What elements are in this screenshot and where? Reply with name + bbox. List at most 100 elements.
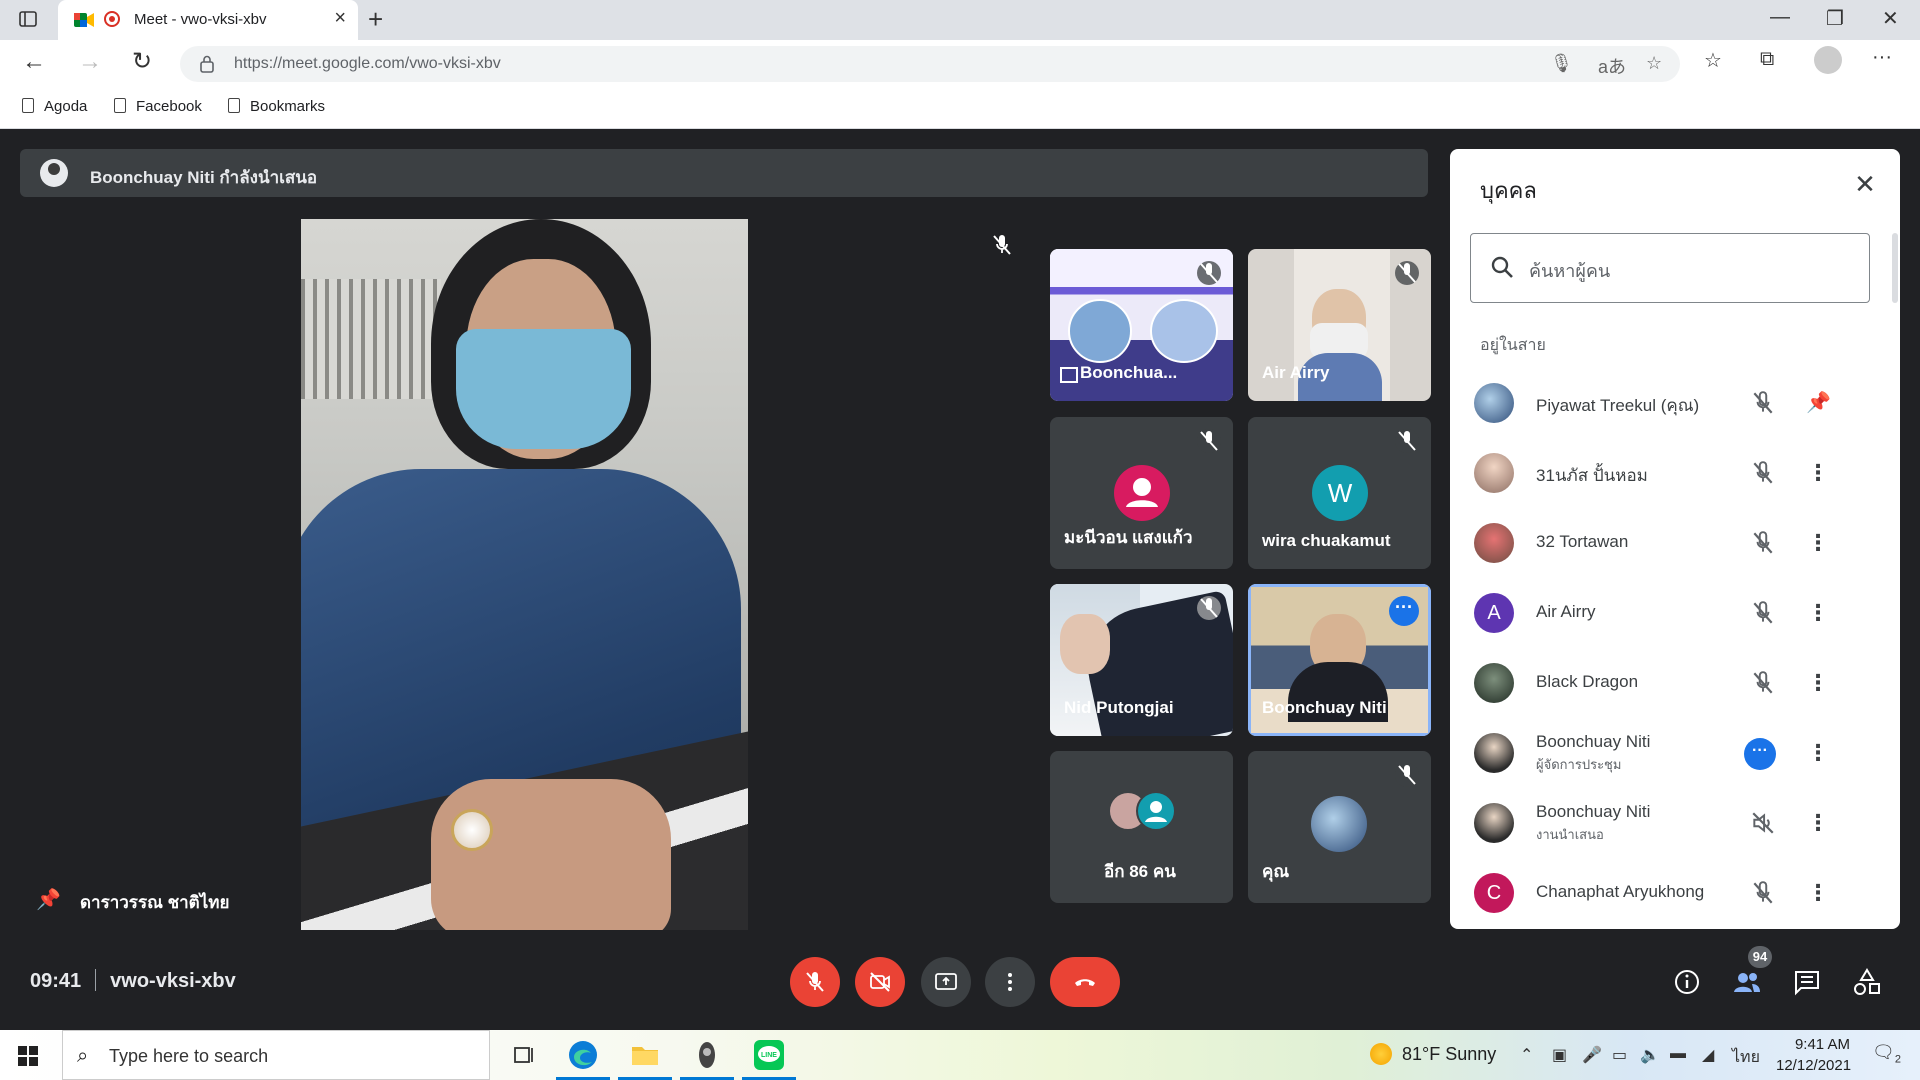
person-name: Boonchuay Niti xyxy=(1536,732,1651,751)
lock-icon xyxy=(200,55,214,73)
windows-taskbar: ⌕ Type here to search LINE 81°F Sunny ⌃ … xyxy=(0,1030,1920,1080)
bookmark-facebook[interactable]: Facebook xyxy=(114,98,202,115)
participant-tile-presentation[interactable]: Boonchua... xyxy=(1050,249,1233,401)
participant-tile-air-airry[interactable]: Air Airry xyxy=(1248,249,1431,401)
window-close-icon[interactable]: ✕ xyxy=(1882,6,1899,31)
person-row[interactable]: Boonchuay Niti งานนำเสนอ ⋮ xyxy=(1450,788,1880,858)
pin-icon[interactable]: 📌 xyxy=(1806,388,1831,418)
participant-tile-you[interactable]: คุณ xyxy=(1248,751,1431,903)
main-video[interactable] xyxy=(301,219,748,930)
weather-text[interactable]: 81°F Sunny xyxy=(1402,1044,1496,1065)
more-options-icon[interactable]: ⋮ xyxy=(1806,808,1830,838)
more-options-icon[interactable]: ⋮ xyxy=(1806,458,1830,488)
browser-tab[interactable]: Meet - vwo-vksi-xbv × xyxy=(58,0,358,40)
show-hidden-icons-icon[interactable]: ⌃ xyxy=(1520,1045,1533,1065)
close-icon[interactable]: ✕ xyxy=(1850,169,1880,199)
taskbar-search-input[interactable]: ⌕ Type here to search xyxy=(62,1030,490,1080)
person-name: Piyawat Treekul (คุณ) xyxy=(1536,396,1700,415)
new-tab-icon[interactable]: + xyxy=(368,4,383,35)
avatar xyxy=(1474,453,1514,493)
more-options-icon[interactable]: ··· xyxy=(1389,596,1419,626)
person-row[interactable]: A Air Airry ⋮ xyxy=(1450,578,1880,648)
person-role: งานนำเสนอ xyxy=(1536,827,1604,842)
camera-toggle-button[interactable] xyxy=(855,957,905,1007)
pinned-participant-name: ดาราวรรณ ชาติไทย xyxy=(80,893,230,912)
person-row[interactable]: Boonchuay Niti ผู้จัดการประชุม ··· ⋮ xyxy=(1450,718,1880,788)
person-row[interactable]: C Chanaphat Aryukhong ⋮ xyxy=(1450,858,1880,928)
people-icon[interactable] xyxy=(1732,967,1762,997)
app-icon[interactable] xyxy=(680,1038,734,1080)
mic-toggle-button[interactable] xyxy=(790,957,840,1007)
leave-call-button[interactable] xyxy=(1050,957,1120,1007)
back-icon[interactable]: ← xyxy=(22,50,46,74)
people-search-input[interactable]: ค้นหาผู้คน xyxy=(1470,233,1870,303)
scrollbar[interactable] xyxy=(1892,233,1898,303)
taskbar-clock[interactable]: 9:41 AM 12/12/2021 xyxy=(1776,1034,1852,1076)
file-explorer-icon[interactable] xyxy=(618,1038,672,1080)
more-options-icon[interactable]: ⋮ xyxy=(1806,738,1830,768)
pin-icon[interactable]: 📌 xyxy=(36,887,61,912)
participant-tile-maneevon[interactable]: มะนีวอน แสงแก้ว xyxy=(1050,417,1233,569)
read-aloud-icon[interactable]: aあ xyxy=(1598,53,1626,79)
reload-icon[interactable]: ↻ xyxy=(132,50,152,74)
activities-icon[interactable] xyxy=(1852,967,1882,997)
collections-icon[interactable]: ⧉ xyxy=(1760,48,1774,71)
chat-icon[interactable] xyxy=(1792,967,1822,997)
more-options-icon[interactable]: ⋮ xyxy=(1806,598,1830,628)
minimize-icon[interactable]: — xyxy=(1770,6,1790,29)
page-icon xyxy=(228,98,240,113)
battery-icon[interactable]: ▬ xyxy=(1670,1045,1686,1063)
mic-off-icon xyxy=(1395,429,1419,453)
notifications-icon[interactable]: 🗨2 xyxy=(1872,1042,1901,1066)
participant-tile-others[interactable]: อีก 86 คน xyxy=(1050,751,1233,903)
line-app-icon[interactable]: LINE xyxy=(742,1038,796,1080)
speaking-indicator-icon: ··· xyxy=(1744,738,1776,770)
tab-actions-icon[interactable] xyxy=(18,9,38,29)
tab-bar: Meet - vwo-vksi-xbv × + — ❐ ✕ xyxy=(0,0,1920,40)
tile-name: มะนีวอน แสงแก้ว xyxy=(1064,528,1193,547)
tile-name: อีก 86 คน xyxy=(1104,862,1176,881)
more-options-icon[interactable]: ⋮ xyxy=(1806,528,1830,558)
avatar xyxy=(1136,791,1176,831)
meeting-info-icon[interactable] xyxy=(1672,967,1702,997)
bookmark-agoda[interactable]: Agoda xyxy=(22,98,87,115)
device-icon[interactable]: ▣ xyxy=(1552,1045,1567,1065)
person-name: Chanaphat Aryukhong xyxy=(1536,882,1705,901)
more-options-icon[interactable]: ⋮ xyxy=(1806,668,1830,698)
favorite-star-icon[interactable]: ☆ xyxy=(1646,53,1662,74)
maximize-icon[interactable]: ❐ xyxy=(1826,6,1844,31)
more-options-icon[interactable]: ⋮ xyxy=(1806,878,1830,908)
network-icon[interactable]: ◢ xyxy=(1702,1045,1714,1065)
forward-icon[interactable]: → xyxy=(78,50,102,74)
settings-more-icon[interactable]: ··· xyxy=(1872,46,1892,69)
favorites-icon[interactable]: ☆ xyxy=(1704,48,1722,73)
microphone-icon[interactable]: 🎤 xyxy=(1582,1045,1602,1065)
present-screen-button[interactable] xyxy=(921,957,971,1007)
tab-close-icon[interactable]: × xyxy=(334,8,346,28)
page-icon xyxy=(22,98,34,113)
person-row[interactable]: 32 Tortawan ⋮ xyxy=(1450,508,1880,578)
person-row[interactable]: 31นภัส ปั้นหอม ⋮ xyxy=(1450,438,1880,508)
participant-tile-nid[interactable]: Nid Putongjai xyxy=(1050,584,1233,736)
meeting-details: 09:41 vwo-vksi-xbv xyxy=(30,969,236,993)
bookmark-folder[interactable]: Bookmarks xyxy=(228,98,325,115)
input-language[interactable]: ไทย xyxy=(1732,1045,1760,1070)
more-options-button[interactable] xyxy=(985,957,1035,1007)
participant-tile-wira[interactable]: W wira chuakamut xyxy=(1248,417,1431,569)
task-view-icon[interactable] xyxy=(506,1038,540,1072)
edge-browser-icon[interactable] xyxy=(556,1038,610,1080)
search-icon: ⌕ xyxy=(77,1045,89,1067)
microphone-icon[interactable]: 🎙 xyxy=(1550,53,1573,74)
clock-date: 12/12/2021 xyxy=(1776,1057,1852,1074)
person-row[interactable]: Black Dragon ⋮ xyxy=(1450,648,1880,718)
url-field[interactable]: https://meet.google.com/vwo-vksi-xbv 🎙 a… xyxy=(180,46,1680,82)
windows-start-icon[interactable] xyxy=(18,1046,38,1066)
person-row[interactable]: Piyawat Treekul (คุณ) 📌 xyxy=(1450,368,1880,438)
volume-icon[interactable]: 🔈 xyxy=(1640,1045,1660,1065)
display-icon[interactable]: ▭ xyxy=(1612,1045,1627,1065)
participant-tile-boonchuay[interactable]: ··· Boonchuay Niti xyxy=(1248,584,1431,736)
weather-icon xyxy=(1370,1043,1392,1065)
avatar: A xyxy=(1474,593,1514,633)
profile-avatar[interactable] xyxy=(1814,46,1842,74)
avatar xyxy=(1114,465,1170,521)
